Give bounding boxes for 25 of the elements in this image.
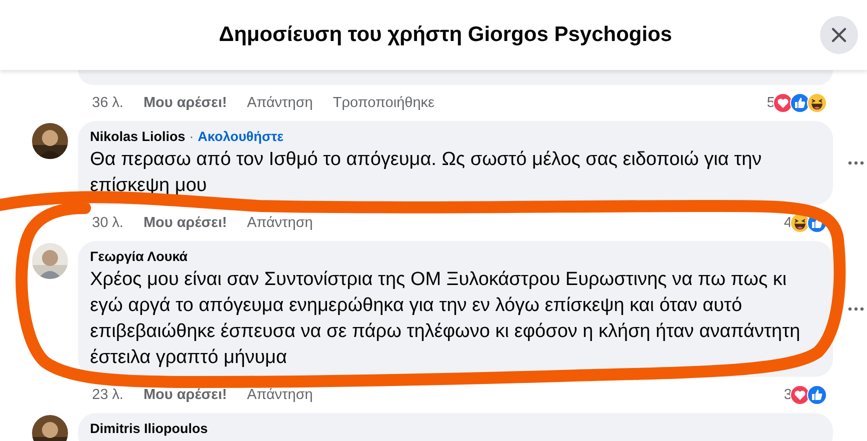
like-link[interactable]: Μου αρέσει! bbox=[143, 387, 227, 403]
close-button[interactable] bbox=[820, 16, 858, 54]
like-link[interactable]: Μου αρέσει! bbox=[143, 95, 227, 111]
comment-time[interactable]: 36 λ. bbox=[92, 95, 124, 111]
more-icon[interactable] bbox=[848, 161, 864, 165]
follow-link[interactable]: Ακολουθήστε bbox=[198, 129, 284, 144]
close-icon bbox=[831, 27, 847, 43]
comment-time[interactable]: 30 λ. bbox=[92, 215, 124, 231]
laughing-face-icon bbox=[807, 93, 827, 113]
edited-label: Τροποποιήθηκε bbox=[332, 95, 434, 111]
author-name[interactable]: Nikolas Liolios bbox=[90, 129, 186, 144]
thumbs-up-icon bbox=[807, 385, 827, 405]
comment-time[interactable]: 23 λ. bbox=[92, 387, 124, 403]
reply-link[interactable]: Απάντηση bbox=[246, 215, 313, 231]
more-icon[interactable] bbox=[848, 307, 864, 311]
comment-text: Θα περασω από τον Ισθμό το απόγευμα. Ως σωστό μέλος σας ειδοποιώ για την επίσκεψη μου bbox=[90, 148, 763, 198]
reply-link[interactable]: Απάντηση bbox=[246, 95, 313, 111]
author-name[interactable]: Dimitris Iliopoulos bbox=[90, 421, 208, 436]
reaction-count[interactable]: 4 bbox=[784, 215, 792, 231]
reply-link[interactable]: Απάντηση bbox=[246, 387, 313, 403]
separator-dot: · bbox=[189, 129, 194, 144]
like-link[interactable]: Μου αρέσει! bbox=[143, 215, 227, 231]
comment-text: Χρέος μου είναι σαν Συντονίστρια της ΟΜ Ξυλοκάστρου Ευρωστινης να πω πως κι εγώ αργά το απόγευμα ενημερώθηκα για την εν λόγω επίσκεψη και όταν αυτό επιβεβαιώθηκε έσπευσα να σε πάρω τηλέφωνο κι εφόσον η κλήση ήταν αναπάντητη έστειλα γραπτό μήνυμα bbox=[90, 268, 802, 370]
author-name[interactable]: Γεωργία Λουκά bbox=[90, 249, 188, 264]
dialog-title: Δημοσίευση του χρήστη Giorgos Psychogios bbox=[218, 23, 672, 47]
